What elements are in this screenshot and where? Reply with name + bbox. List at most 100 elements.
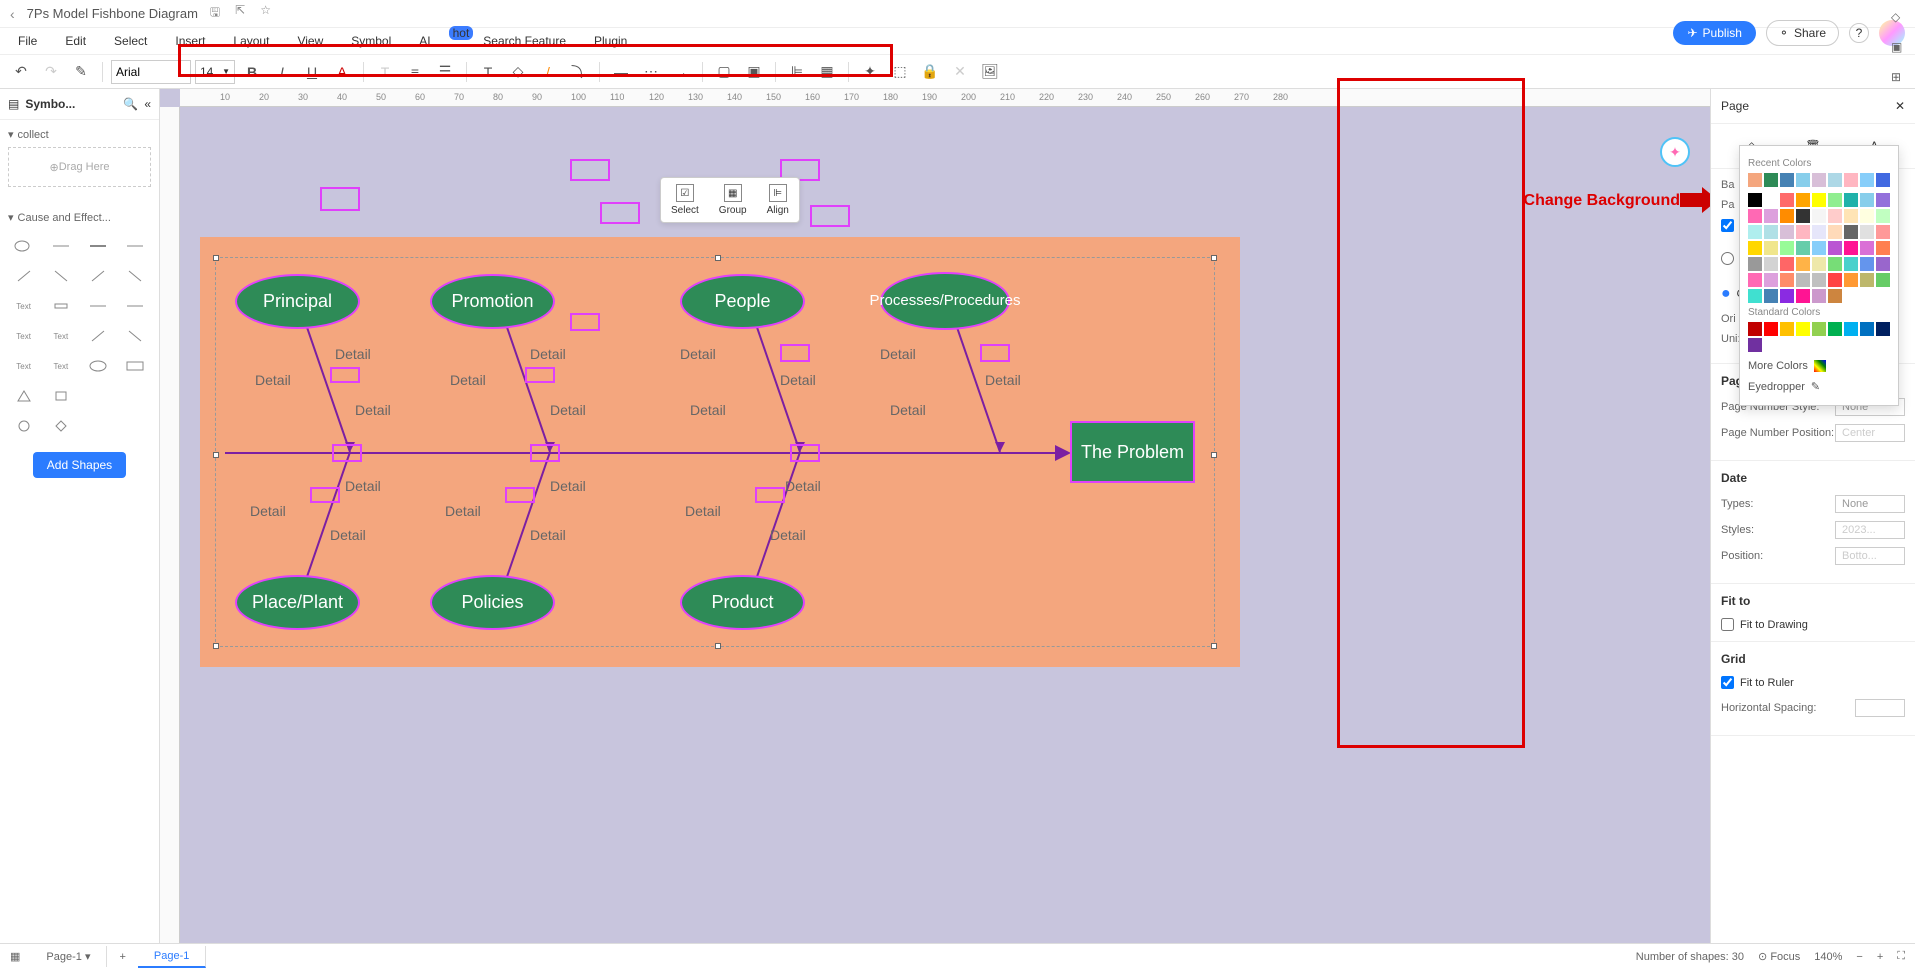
color-swatch[interactable] bbox=[1812, 273, 1826, 287]
color-swatch[interactable] bbox=[1780, 257, 1794, 271]
detail-label[interactable]: Detail bbox=[530, 527, 566, 543]
color-swatch[interactable] bbox=[1748, 289, 1762, 303]
date-position-select[interactable]: Botto... bbox=[1835, 547, 1905, 565]
empty-shape[interactable] bbox=[570, 159, 610, 181]
horizontal-spacing-input[interactable] bbox=[1855, 699, 1905, 717]
add-shapes-button[interactable]: Add Shapes bbox=[33, 452, 126, 478]
close-icon[interactable]: ✕ bbox=[1895, 99, 1905, 113]
color-swatch[interactable] bbox=[1860, 241, 1874, 255]
color-swatch[interactable] bbox=[1828, 273, 1842, 287]
page-dropdown[interactable]: Page-1 ▾ bbox=[30, 946, 107, 967]
color-swatch[interactable] bbox=[1764, 209, 1778, 223]
align-vertical-button[interactable]: ☰ bbox=[432, 59, 458, 85]
color-swatch[interactable] bbox=[1828, 322, 1842, 336]
color-swatch[interactable] bbox=[1748, 338, 1762, 352]
color-swatch[interactable] bbox=[1764, 273, 1778, 287]
detail-label[interactable]: Detail bbox=[780, 372, 816, 388]
detail-label[interactable]: Detail bbox=[530, 346, 566, 362]
color-swatch[interactable] bbox=[1764, 322, 1778, 336]
node-people[interactable]: People bbox=[680, 274, 805, 329]
italic-button[interactable]: I bbox=[269, 59, 295, 85]
checkbox-pa[interactable] bbox=[1721, 219, 1734, 232]
export-icon[interactable]: ⇱ bbox=[235, 3, 245, 24]
color-swatch[interactable] bbox=[1844, 193, 1858, 207]
empty-shape[interactable] bbox=[810, 205, 850, 227]
publish-button[interactable]: ✈Publish bbox=[1673, 21, 1755, 45]
save-icon[interactable]: 🖫 bbox=[210, 3, 220, 24]
color-swatch[interactable] bbox=[1844, 273, 1858, 287]
color-swatch[interactable] bbox=[1796, 273, 1810, 287]
undo-button[interactable]: ↶ bbox=[8, 59, 34, 85]
color-swatch[interactable] bbox=[1828, 173, 1842, 187]
zoom-out[interactable]: − bbox=[1856, 951, 1862, 963]
color-swatch[interactable] bbox=[1812, 322, 1826, 336]
shape-item[interactable] bbox=[120, 354, 151, 378]
color-swatch[interactable] bbox=[1812, 241, 1826, 255]
color-swatch[interactable] bbox=[1844, 322, 1858, 336]
node-promotion[interactable]: Promotion bbox=[430, 274, 555, 329]
arrow-style-button[interactable]: → bbox=[668, 59, 694, 85]
detail-label[interactable]: Detail bbox=[550, 402, 586, 418]
color-swatch[interactable] bbox=[1780, 241, 1794, 255]
color-swatch[interactable] bbox=[1764, 193, 1778, 207]
color-swatch[interactable] bbox=[1876, 322, 1890, 336]
color-swatch[interactable] bbox=[1844, 225, 1858, 239]
font-color-button[interactable]: A bbox=[329, 59, 355, 85]
shape-item[interactable] bbox=[45, 294, 76, 318]
color-swatch[interactable] bbox=[1764, 173, 1778, 187]
menu-select[interactable]: Select bbox=[114, 34, 147, 48]
align-tool[interactable]: ⊫Align bbox=[757, 178, 799, 222]
shape-item[interactable] bbox=[45, 384, 76, 408]
fullscreen-icon[interactable]: ⛶ bbox=[1897, 950, 1905, 963]
color-swatch[interactable] bbox=[1812, 209, 1826, 223]
collapse-icon[interactable]: « bbox=[144, 97, 151, 111]
detail-label[interactable]: Detail bbox=[450, 372, 486, 388]
color-swatch[interactable] bbox=[1876, 193, 1890, 207]
radio-orient-1[interactable] bbox=[1721, 252, 1734, 265]
shape-item[interactable]: Text bbox=[45, 324, 76, 348]
pages-icon[interactable]: ▦ bbox=[10, 950, 20, 963]
color-swatch[interactable] bbox=[1876, 273, 1890, 287]
menu-file[interactable]: File bbox=[18, 34, 37, 48]
color-swatch[interactable] bbox=[1828, 241, 1842, 255]
drag-zone[interactable]: ⊕ Drag Here bbox=[8, 147, 151, 187]
fill-color-button[interactable]: ◇ bbox=[505, 59, 531, 85]
fill-icon[interactable]: ◇ bbox=[1891, 10, 1909, 28]
node-product[interactable]: Product bbox=[680, 575, 805, 630]
shape-item[interactable] bbox=[120, 234, 151, 258]
shape-item[interactable] bbox=[8, 264, 39, 288]
shape-item[interactable] bbox=[83, 384, 114, 408]
shape-item[interactable]: Text bbox=[8, 324, 39, 348]
shape-item[interactable] bbox=[120, 384, 151, 408]
color-swatch[interactable] bbox=[1844, 209, 1858, 223]
node-place-plant[interactable]: Place/Plant bbox=[235, 575, 360, 630]
focus-button[interactable]: ⊙ Focus bbox=[1758, 950, 1800, 963]
detail-label[interactable]: Detail bbox=[445, 503, 481, 519]
font-size-select[interactable]: 14▼ bbox=[195, 60, 235, 84]
shape-item[interactable] bbox=[83, 354, 114, 378]
color-swatch[interactable] bbox=[1796, 225, 1810, 239]
node-problem[interactable]: The Problem bbox=[1070, 421, 1195, 483]
color-swatch[interactable] bbox=[1780, 173, 1794, 187]
color-swatch[interactable] bbox=[1876, 173, 1890, 187]
date-styles-select[interactable]: 2023... bbox=[1835, 521, 1905, 539]
more-colors-link[interactable]: More Colors bbox=[1748, 356, 1890, 376]
detail-label[interactable]: Detail bbox=[880, 346, 916, 362]
group-tool[interactable]: ▦Group bbox=[709, 178, 757, 222]
color-swatch[interactable] bbox=[1748, 225, 1762, 239]
empty-shape[interactable] bbox=[332, 444, 362, 462]
ai-button[interactable]: ✦ bbox=[857, 59, 883, 85]
color-swatch[interactable] bbox=[1860, 225, 1874, 239]
menu-edit[interactable]: Edit bbox=[65, 34, 86, 48]
color-swatch[interactable] bbox=[1860, 209, 1874, 223]
collect-section[interactable]: ▾ collect bbox=[8, 128, 151, 141]
effects-button[interactable]: ⬚ bbox=[887, 59, 913, 85]
color-swatch[interactable] bbox=[1828, 209, 1842, 223]
empty-shape[interactable] bbox=[525, 367, 555, 383]
color-swatch[interactable] bbox=[1780, 289, 1794, 303]
color-swatch[interactable] bbox=[1796, 289, 1810, 303]
color-swatch[interactable] bbox=[1748, 273, 1762, 287]
add-page-button[interactable]: + bbox=[107, 951, 137, 963]
detail-label[interactable]: Detail bbox=[330, 527, 366, 543]
color-swatch[interactable] bbox=[1780, 322, 1794, 336]
